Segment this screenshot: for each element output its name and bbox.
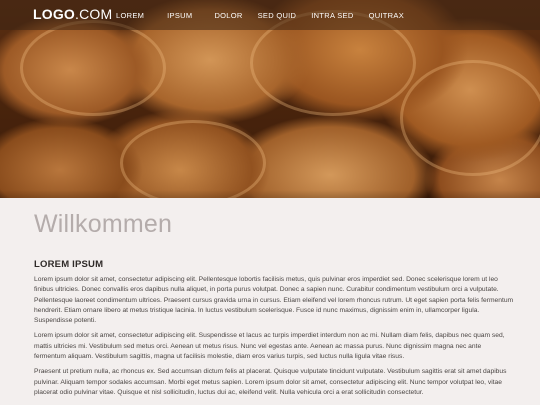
page-title: Willkommen [34, 210, 173, 238]
top-navbar: LOGO.COM LOREM IPSUM DOLOR SED QUID INTR… [0, 0, 540, 30]
main-content: Willkommen LOREM IPSUM Lorem ipsum dolor… [34, 198, 514, 398]
nav-item-quitrax[interactable]: QUITRAX [369, 11, 404, 20]
logo[interactable]: LOGO.COM [33, 6, 112, 22]
hero-bottom-shadow [0, 190, 540, 198]
croissant-highlight [20, 20, 166, 116]
nav-item-intra-sed[interactable]: INTRA SED [311, 11, 353, 20]
logo-light: .COM [75, 6, 113, 22]
paragraph: Lorem ipsum dolor sit amet, consectetur … [34, 332, 505, 361]
section-heading: LOREM IPSUM [34, 259, 104, 270]
paragraph: Lorem ipsum dolor sit amet, consectetur … [34, 276, 514, 325]
main-nav: LOREM IPSUM DOLOR SED QUID INTRA SED QUI… [116, 0, 404, 30]
nav-item-ipsum[interactable]: IPSUM [167, 11, 192, 20]
nav-item-sed-quid[interactable]: SED QUID [258, 11, 297, 20]
croissant-highlight [400, 60, 540, 176]
nav-item-lorem[interactable]: LOREM [116, 11, 144, 20]
paragraph: Praesent ut pretium nulla, ac rhoncus ex… [34, 368, 507, 396]
logo-strong: LOGO [33, 6, 76, 22]
nav-item-dolor[interactable]: DOLOR [214, 11, 242, 20]
croissant-highlight [120, 120, 266, 198]
